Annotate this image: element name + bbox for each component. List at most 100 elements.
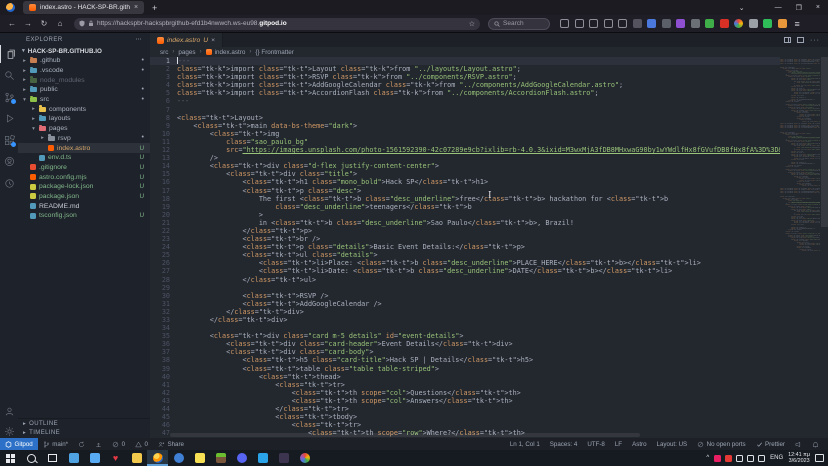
mail-app[interactable] bbox=[63, 450, 84, 466]
status-sync[interactable] bbox=[73, 438, 90, 450]
purple-app[interactable] bbox=[273, 450, 294, 466]
maximize-button[interactable]: ❐ bbox=[796, 4, 802, 12]
lastpass-icon[interactable] bbox=[589, 19, 598, 28]
code-line-28[interactable]: 28 </class="tk-t">ul> bbox=[150, 276, 780, 284]
code-line-35[interactable]: 35 <class="tk-t">div class="card m-5 det… bbox=[150, 332, 780, 340]
horizontal-scrollbar[interactable] bbox=[170, 433, 640, 437]
code-line-24[interactable]: 24 <class="tk-t">p class="details">Basic… bbox=[150, 243, 780, 251]
plug-tray-icon[interactable] bbox=[758, 455, 765, 462]
file-tree-item-README.md[interactable]: README.md bbox=[18, 201, 150, 211]
status-eol[interactable]: LF bbox=[610, 438, 627, 450]
gem-tray-icon[interactable] bbox=[725, 455, 732, 462]
code-line-43[interactable]: 43 <class="tk-t">th scope="col">Answers<… bbox=[150, 397, 780, 405]
code-line-15[interactable]: 15 <class="tk-t">div class="title"> bbox=[150, 170, 780, 178]
code-line-9[interactable]: 9 <class="tk-t">main data-bs-theme="dark… bbox=[150, 122, 780, 130]
code-line-32[interactable]: 32 </class="tk-t">div> bbox=[150, 308, 780, 316]
code-line-25[interactable]: 25 <class="tk-t">ul class="details"> bbox=[150, 251, 780, 259]
file-tree-item-index.astro[interactable]: index.astroU bbox=[18, 143, 150, 153]
language-indicator[interactable]: ENG bbox=[770, 455, 783, 461]
pink-tray-icon[interactable] bbox=[714, 455, 721, 462]
bookmark-star-icon[interactable]: ☆ bbox=[469, 20, 475, 28]
code-line-1[interactable]: 1--- bbox=[150, 57, 780, 65]
hypothesis-extension-icon[interactable] bbox=[676, 19, 685, 28]
edge-app[interactable] bbox=[168, 450, 189, 466]
search-activity-icon[interactable] bbox=[0, 67, 18, 85]
list-all-tabs-icon[interactable]: ⌄ bbox=[739, 4, 745, 12]
code-line-22[interactable]: 22 </class="tk-t">p> bbox=[150, 227, 780, 235]
code-line-38[interactable]: 38 <class="tk-t">h5 class="card-title">H… bbox=[150, 356, 780, 364]
clock[interactable]: 12:41 πμ 3/6/2023 bbox=[788, 452, 810, 465]
search-box[interactable]: Search bbox=[488, 18, 550, 30]
volume-tray-icon[interactable] bbox=[747, 455, 754, 462]
file-tree-item-rsvp[interactable]: ▸rsvp• bbox=[18, 134, 150, 144]
status-announcement[interactable] bbox=[790, 438, 807, 450]
code-line-46[interactable]: 46 <class="tk-t">tr> bbox=[150, 421, 780, 429]
file-tree-item-tsconfig.json[interactable]: tsconfig.jsonU bbox=[18, 211, 150, 221]
account-icon[interactable] bbox=[0, 402, 18, 420]
file-tree-item-.gitignore[interactable]: .gitignoreU bbox=[18, 163, 150, 173]
address-bar[interactable]: https://hackspbr-hackspbrgithub-efd1b4nw… bbox=[74, 18, 480, 30]
heart-app[interactable]: ♥ bbox=[105, 450, 126, 466]
explorer-more-icon[interactable]: ⋯ bbox=[136, 36, 143, 43]
code-line-14[interactable]: 14 <class="tk-t">div class="d-flex justi… bbox=[150, 162, 780, 170]
code-line-4[interactable]: 4class="tk-k">import class="tk-t">AddGoo… bbox=[150, 81, 780, 89]
home-icon[interactable]: ⌂ bbox=[52, 19, 68, 28]
home-extension-icon[interactable] bbox=[778, 19, 787, 28]
github-activity-icon[interactable] bbox=[0, 153, 18, 171]
status-publish[interactable] bbox=[90, 438, 107, 450]
history-activity-icon[interactable] bbox=[0, 174, 18, 192]
code-line-2[interactable]: 2class="tk-k">import class="tk-t">Layout… bbox=[150, 65, 780, 73]
notes-extension-icon[interactable] bbox=[662, 19, 671, 28]
search-button[interactable] bbox=[21, 450, 42, 466]
reader-view-icon[interactable] bbox=[618, 19, 627, 28]
file-tree-item-pages[interactable]: ▾pages bbox=[18, 124, 150, 134]
file-tree-item-node_modules[interactable]: ▸node_modules bbox=[18, 75, 150, 85]
code-line-40[interactable]: 40 <class="tk-t">thead> bbox=[150, 373, 780, 381]
code-line-42[interactable]: 42 <class="tk-t">th scope="col">Question… bbox=[150, 389, 780, 397]
code-line-5[interactable]: 5class="tk-k">import class="tk-t">Accord… bbox=[150, 89, 780, 97]
code-line-41[interactable]: 41 <class="tk-t">tr> bbox=[150, 381, 780, 389]
breadcrumb-item[interactable]: index.astro bbox=[206, 49, 246, 56]
status-cursor-position[interactable]: Ln 1, Col 1 bbox=[505, 438, 545, 450]
menu-icon[interactable]: ≡ bbox=[795, 19, 800, 29]
history-icon[interactable] bbox=[560, 19, 569, 28]
breadcrumb-item[interactable]: pages bbox=[178, 49, 195, 56]
file-tree-item-astro.config.mjs[interactable]: astro.config.mjsU bbox=[18, 172, 150, 182]
code-line-7[interactable]: 7 bbox=[150, 106, 780, 114]
code-line-12[interactable]: 12 src="https://images.unsplash.com/phot… bbox=[150, 146, 780, 154]
hidden-icons-chevron[interactable]: ^ bbox=[706, 455, 709, 461]
file-tree-item-public[interactable]: ▸public• bbox=[18, 85, 150, 95]
explorer-activity-icon[interactable] bbox=[0, 45, 19, 63]
status-indentation[interactable]: Spaces: 4 bbox=[545, 438, 583, 450]
code-line-13[interactable]: 13 /> bbox=[150, 154, 780, 162]
file-tree-item-.vscode[interactable]: ▸.vscode• bbox=[18, 66, 150, 76]
grammarly-extension-icon[interactable] bbox=[763, 19, 772, 28]
status-encoding[interactable]: UTF-8 bbox=[582, 438, 610, 450]
run-debug-activity-icon[interactable] bbox=[0, 110, 18, 128]
extensions-activity-icon[interactable] bbox=[0, 131, 18, 149]
vertical-scrollbar[interactable] bbox=[821, 57, 828, 227]
package-extension-icon[interactable] bbox=[691, 19, 700, 28]
sticky-notes-app[interactable] bbox=[189, 450, 210, 466]
code-line-8[interactable]: 8<class="tk-t">Layout> bbox=[150, 114, 780, 122]
status-gitpod[interactable]: Gitpod bbox=[0, 438, 38, 450]
vscode-app[interactable] bbox=[252, 450, 273, 466]
status-warnings[interactable]: 0 bbox=[130, 438, 153, 450]
close-button[interactable]: × bbox=[816, 4, 820, 11]
tab-close-icon[interactable]: × bbox=[134, 4, 138, 11]
outline-section[interactable]: ▸OUTLINE bbox=[18, 419, 150, 429]
teams-extension-icon[interactable] bbox=[647, 19, 656, 28]
code-line-39[interactable]: 39 <class="tk-t">table class="table tabl… bbox=[150, 365, 780, 373]
file-tree-item-package.json[interactable]: package.jsonU bbox=[18, 192, 150, 202]
code-line-18[interactable]: 18 The first <class="tk-t">b class="desc… bbox=[150, 195, 780, 203]
code-line-36[interactable]: 36 <class="tk-t">div class="card-header"… bbox=[150, 340, 780, 348]
start-button[interactable] bbox=[0, 450, 21, 466]
microsoft-store-app[interactable] bbox=[84, 450, 105, 466]
browser-tab[interactable]: index.astro - HACK-SP-BR.gith × bbox=[23, 1, 144, 14]
code-line-17[interactable]: 17 <class="tk-t">p class="desc"> bbox=[150, 187, 780, 195]
code-line-23[interactable]: 23 <class="tk-t">br /> bbox=[150, 235, 780, 243]
monitor-tray-icon[interactable] bbox=[736, 455, 743, 462]
minecraft-app[interactable] bbox=[210, 450, 231, 466]
back-icon[interactable]: ← bbox=[4, 19, 20, 28]
file-tree-item-components[interactable]: ▸components bbox=[18, 104, 150, 114]
